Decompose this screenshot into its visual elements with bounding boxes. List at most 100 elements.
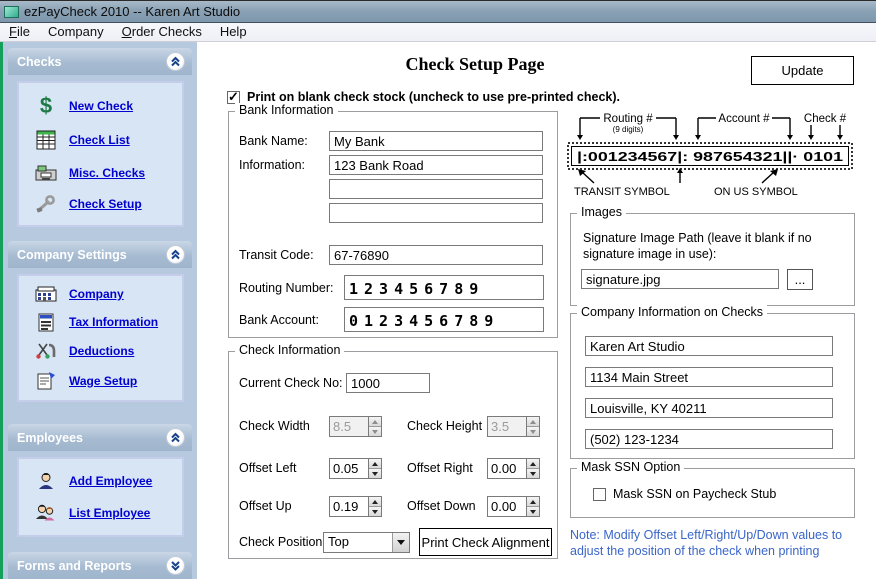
routing-number-input[interactable] [344,275,544,300]
check-position-dropdown[interactable]: Top [323,532,410,553]
menu-company[interactable]: Company [39,23,113,42]
spin-down-button [527,427,539,436]
list-employee-link[interactable]: List Employee [69,506,150,520]
sidebar-section-checks-header[interactable]: Checks [8,48,192,75]
sidebar-panel-checks: $ New Check Check List Misc. Checks [17,81,184,227]
check-position-label: Check Position [239,535,322,549]
information-label: Information: [239,158,305,172]
dropdown-arrow-button[interactable] [392,533,409,552]
offset-down-spinner[interactable] [487,496,540,517]
offset-up-spinner[interactable] [329,496,382,517]
check-list-link[interactable]: Check List [69,133,130,147]
offset-up-input[interactable] [329,496,368,517]
sidebar-item-deductions[interactable]: Deductions [19,341,182,361]
mask-ssn-row: Mask SSN on Paycheck Stub [593,487,776,501]
check-setup-link[interactable]: Check Setup [69,197,142,211]
offset-right-spinner[interactable] [487,458,540,479]
sidebar-item-check-setup[interactable]: Check Setup [19,194,182,214]
sidebar-item-add-employee[interactable]: Add Employee [19,471,182,491]
menu-help[interactable]: Help [211,23,256,42]
transit-code-input[interactable] [329,245,543,265]
print-blank-check-checkbox[interactable] [227,91,240,104]
company-name-input[interactable] [585,336,833,356]
on-us-symbol-label: ON US SYMBOL [714,186,798,198]
mask-ssn-checkbox[interactable] [593,488,606,501]
tax-information-link[interactable]: Tax Information [69,315,158,329]
sidebar-panel-employees: Add Employee List Employee [17,457,184,537]
offset-right-label: Offset Right [407,461,473,475]
sidebar-item-wage-setup[interactable]: Wage Setup [19,370,182,391]
app-icon [4,6,19,18]
offset-left-spinner[interactable] [329,458,382,479]
company-link[interactable]: Company [69,287,124,301]
spin-up-button [369,417,381,427]
offset-note: Note: Modify Offset Left/Right/Up/Down v… [570,527,865,559]
current-check-no-input[interactable] [346,373,430,393]
print-check-alignment-button[interactable]: Print Check Alignment [419,528,552,556]
menu-file[interactable]: File [0,23,39,42]
spin-down-button[interactable] [369,507,381,516]
offset-down-input[interactable] [487,496,526,517]
list-employee-people-icon [31,503,61,523]
bank-information-input-1[interactable] [329,155,543,175]
misc-checks-link[interactable]: Misc. Checks [69,166,145,180]
update-button[interactable]: Update [751,56,854,85]
bank-name-input[interactable] [329,131,543,151]
sidebar-item-misc-checks[interactable]: Misc. Checks [19,163,182,183]
spin-down-button[interactable] [369,469,381,478]
spin-down-button[interactable] [527,469,539,478]
app-window: ezPayCheck 2010 -- Karen Art Studio File… [0,0,876,579]
deductions-link[interactable]: Deductions [69,344,134,358]
offset-up-label: Offset Up [239,499,292,513]
signature-path-input[interactable] [581,269,779,289]
offset-note-line-1: Note: Modify Offset Left/Right/Up/Down v… [570,527,865,543]
bank-information-input-3[interactable] [329,203,543,223]
sidebar-item-company[interactable]: Company [19,285,182,303]
company-city-input[interactable] [585,398,833,418]
svg-text:$: $ [40,94,52,118]
wage-setup-note-icon [31,370,61,391]
browse-signature-button[interactable]: ... [787,269,813,290]
spin-up-button[interactable] [369,459,381,469]
company-phone-input[interactable] [585,429,833,449]
spin-up-button[interactable] [527,459,539,469]
check-height-input [487,416,526,437]
company-street-input[interactable] [585,367,833,387]
mask-ssn-group: Mask SSN Option Mask SSN on Paycheck Stu… [570,468,855,518]
spin-up-button[interactable] [527,497,539,507]
offset-left-input[interactable] [329,458,368,479]
sidebar-item-check-list[interactable]: Check List [19,129,182,151]
sidebar-section-forms-reports-header[interactable]: Forms and Reports [8,552,192,579]
routing-number-label: Routing Number: [239,281,334,295]
collapse-chevron-up-icon[interactable] [166,428,185,447]
bank-name-label: Bank Name: [239,134,308,148]
misc-checks-icon [31,163,61,183]
new-check-link[interactable]: New Check [69,99,133,113]
menu-order-checks[interactable]: Order Checks [113,23,211,42]
transit-symbol-label: TRANSIT SYMBOL [574,186,670,198]
bank-information-group-title: Bank Information [235,103,338,117]
bank-account-input[interactable] [344,307,544,332]
sidebar-section-employees-header[interactable]: Employees [8,424,192,451]
collapse-chevron-up-icon[interactable] [166,245,185,264]
spin-up-button[interactable] [369,497,381,507]
collapse-chevron-up-icon[interactable] [166,52,185,71]
tax-information-icon [31,312,61,333]
sidebar-item-list-employee[interactable]: List Employee [19,503,182,523]
mask-ssn-group-title: Mask SSN Option [577,460,684,474]
spin-down-button[interactable] [527,507,539,516]
bank-information-input-2[interactable] [329,179,543,199]
sidebar-item-tax-information[interactable]: Tax Information [19,312,182,333]
deductions-tools-icon [31,341,61,361]
sidebar-item-new-check[interactable]: $ New Check [19,94,182,118]
check-information-group: Check Information Current Check No: Chec… [228,351,558,559]
current-check-no-label: Current Check No: [239,376,343,390]
expand-chevron-down-icon[interactable] [166,556,185,575]
sidebar-section-company-settings-header[interactable]: Company Settings [8,241,192,268]
offset-right-input[interactable] [487,458,526,479]
wage-setup-link[interactable]: Wage Setup [69,374,137,388]
images-group: Images Signature Image Path (leave it bl… [570,213,855,306]
check-setup-wrench-icon [31,194,61,214]
title-bar: ezPayCheck 2010 -- Karen Art Studio [0,1,876,23]
add-employee-link[interactable]: Add Employee [69,474,152,488]
